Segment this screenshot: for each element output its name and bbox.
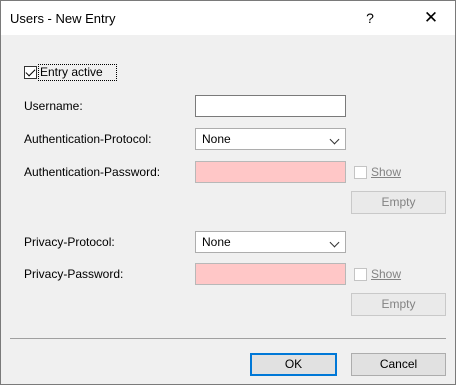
users-new-entry-dialog: Users - New Entry ? ✕ Entry active Usern… [0, 0, 456, 385]
auth-protocol-select[interactable]: None [195, 128, 346, 150]
privacy-show-checkbox[interactable] [354, 268, 367, 281]
privacy-password-input[interactable] [195, 263, 346, 285]
privacy-protocol-label: Privacy-Protocol: [24, 235, 115, 249]
chevron-down-icon [329, 134, 340, 145]
help-button[interactable]: ? [355, 6, 385, 30]
privacy-protocol-select[interactable]: None [195, 231, 346, 253]
auth-empty-button[interactable]: Empty [351, 191, 446, 214]
privacy-protocol-value: None [202, 235, 231, 249]
close-button[interactable]: ✕ [416, 6, 446, 30]
privacy-empty-button[interactable]: Empty [351, 293, 446, 316]
username-input[interactable] [195, 95, 346, 117]
entry-active-checkbox[interactable] [24, 66, 37, 79]
privacy-password-label: Privacy-Password: [24, 267, 124, 281]
footer-separator [10, 338, 446, 339]
chevron-down-icon [329, 237, 340, 248]
cancel-button[interactable]: Cancel [351, 353, 446, 376]
username-label: Username: [24, 99, 83, 113]
auth-password-label: Authentication-Password: [24, 165, 161, 179]
title-bar[interactable]: Users - New Entry ? ✕ [1, 1, 455, 34]
dialog-body: Entry active Username: Authentication-Pr… [1, 35, 455, 384]
auth-show-checkbox[interactable] [354, 166, 367, 179]
window-title: Users - New Entry [10, 11, 116, 26]
ok-button[interactable]: OK [250, 353, 337, 376]
auth-protocol-value: None [202, 132, 231, 146]
privacy-show-label: Show [371, 267, 402, 281]
auth-protocol-label: Authentication-Protocol: [24, 132, 152, 146]
auth-password-input[interactable] [195, 161, 346, 183]
auth-show-label: Show [371, 165, 402, 179]
entry-active-label[interactable]: Entry active [40, 65, 103, 79]
